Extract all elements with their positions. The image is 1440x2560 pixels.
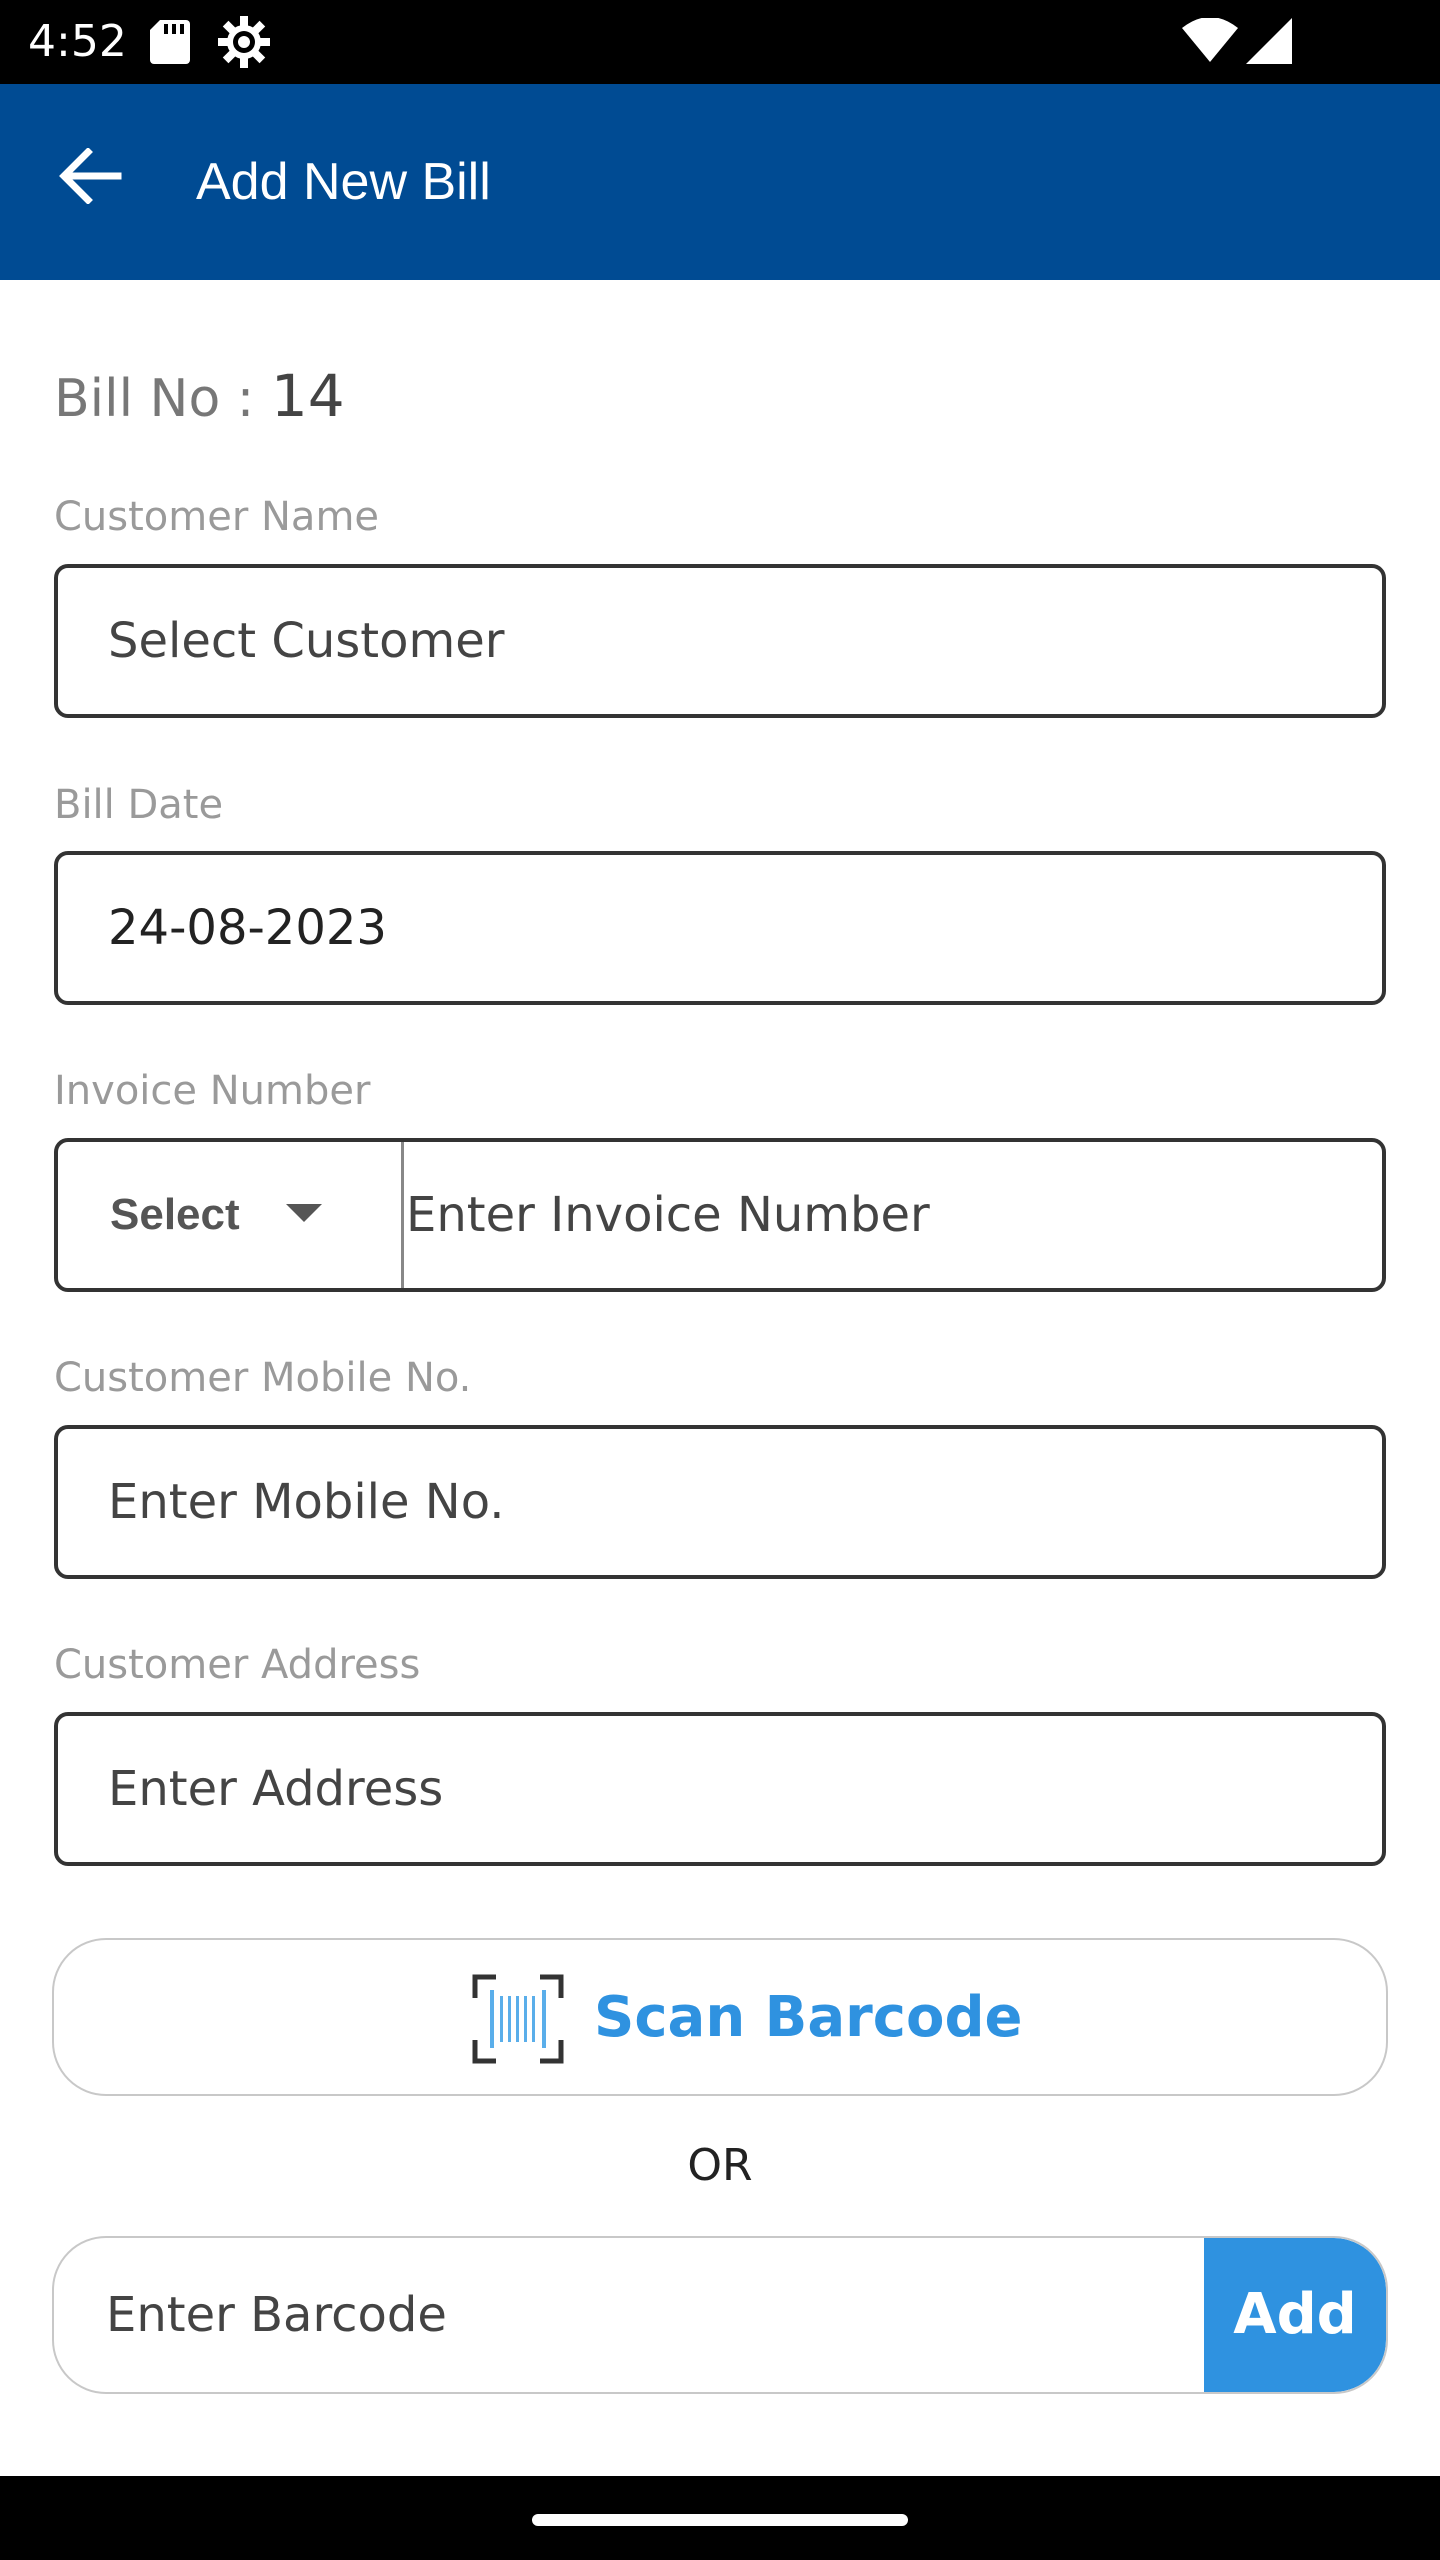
gear-icon — [218, 16, 270, 72]
add-barcode-button[interactable]: Add — [1204, 2238, 1386, 2392]
invoice-type-dropdown[interactable]: Select — [58, 1142, 404, 1288]
wifi-icon — [1182, 17, 1238, 66]
customer-select-value: Select Customer — [108, 613, 505, 669]
mobile-number-field[interactable]: Enter Mobile No. — [54, 1425, 1386, 1579]
scan-barcode-label: Scan Barcode — [594, 1985, 1023, 2050]
mobile-number-placeholder: Enter Mobile No. — [108, 1474, 505, 1530]
bill-date-value: 24-08-2023 — [108, 900, 387, 956]
bill-number-label: Bill No : — [54, 369, 271, 429]
customer-address-label: Customer Address — [54, 1642, 421, 1688]
page-title: Add New Bill — [196, 153, 491, 211]
navigation-bar — [0, 2476, 1440, 2560]
back-button[interactable] — [58, 147, 138, 228]
invoice-number-label: Invoice Number — [54, 1068, 371, 1114]
address-placeholder: Enter Address — [108, 1761, 444, 1817]
bill-date-field[interactable]: 24-08-2023 — [54, 851, 1386, 1005]
home-gesture-handle[interactable] — [532, 2514, 908, 2526]
barcode-entry: Enter Barcode Add — [52, 2236, 1388, 2394]
app-bar: Add New Bill — [0, 84, 1440, 280]
bill-number: Bill No : 14 — [54, 362, 345, 433]
or-divider-text: OR — [687, 2140, 753, 2191]
invoice-number-field: Select Enter Invoice Number — [54, 1138, 1386, 1292]
scan-barcode-button[interactable]: Scan Barcode — [52, 1938, 1388, 2096]
signal-icon — [1246, 18, 1292, 68]
status-time: 4:52 — [28, 16, 127, 67]
status-bar: 4:52 — [0, 0, 1440, 84]
customer-select-field[interactable]: Select Customer — [54, 564, 1386, 718]
sd-card-icon — [150, 20, 190, 68]
invoice-number-input[interactable]: Enter Invoice Number — [406, 1142, 930, 1288]
barcode-input[interactable]: Enter Barcode — [106, 2238, 447, 2392]
address-field[interactable]: Enter Address — [54, 1712, 1386, 1866]
bill-date-label: Bill Date — [54, 782, 224, 828]
bill-number-value: 14 — [270, 362, 345, 430]
arrow-left-icon — [59, 147, 122, 205]
customer-name-label: Customer Name — [54, 494, 380, 540]
barcode-scan-icon — [472, 1974, 564, 2064]
customer-mobile-label: Customer Mobile No. — [54, 1355, 472, 1401]
chevron-down-icon — [286, 1204, 322, 1222]
invoice-type-value: Select — [110, 1190, 240, 1239]
